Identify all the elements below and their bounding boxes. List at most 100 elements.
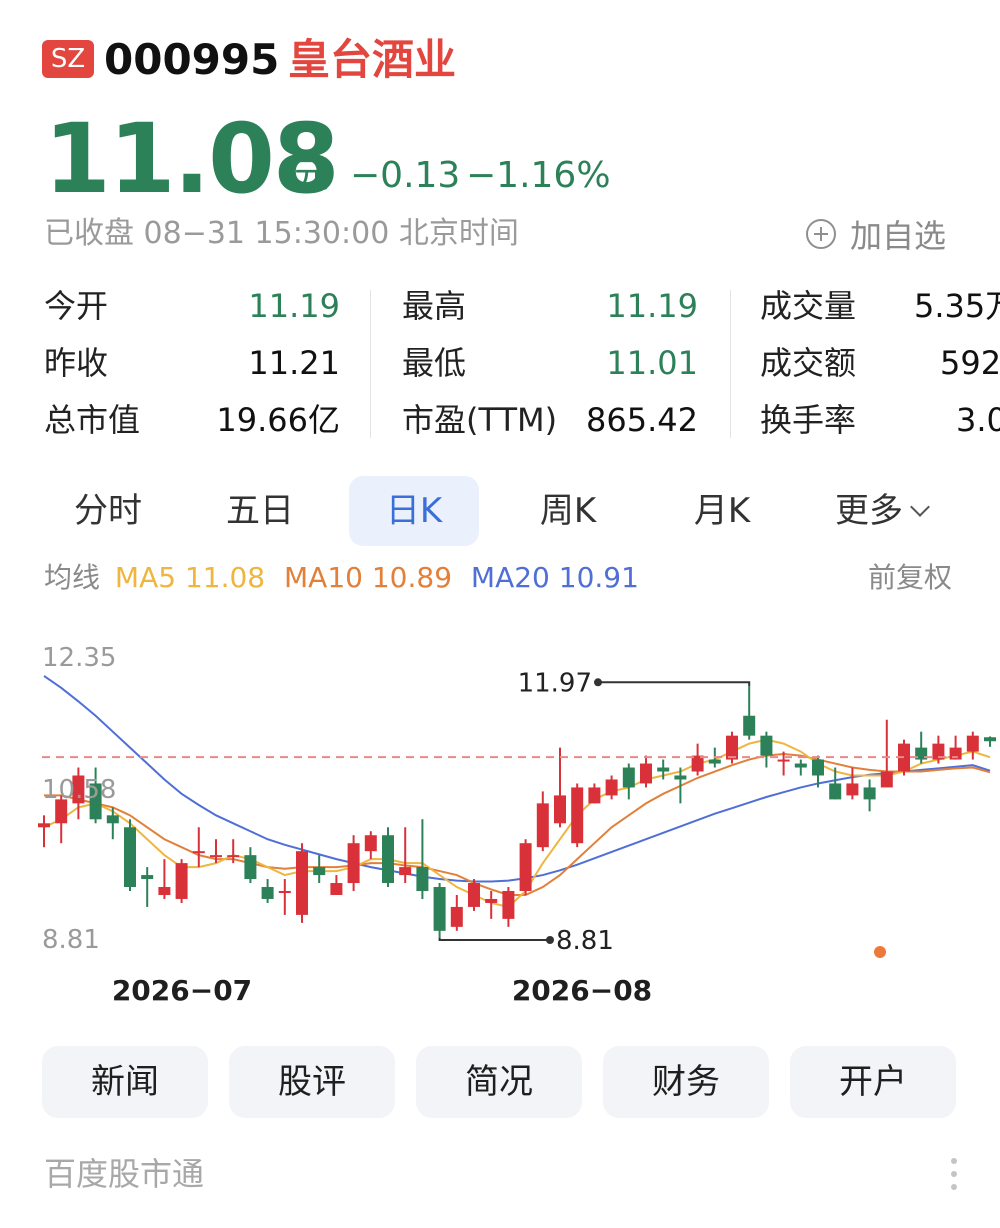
stat-label-prev-close: 昨收 [44,344,109,382]
stat-value-prev-close: 11.21 [248,344,340,382]
candle-up [210,855,222,858]
candle-up [640,763,652,784]
stat-value-low: 11.01 [606,344,698,382]
ma5-legend: MA5 11.08 [114,561,266,594]
stock-name: 皇台酒业 [288,35,457,84]
tab-five-day[interactable]: 五日 [202,476,318,546]
more-vertical-icon[interactable] [946,1154,962,1194]
plus-circle-icon [806,219,836,249]
candle-up [519,843,532,891]
candle-down [124,827,136,888]
candle-down [244,855,257,880]
stat-label-high: 最高 [402,287,467,325]
stat-label-open: 今开 [44,287,109,325]
price-unit: 元 [294,155,331,196]
tab-daily-k[interactable]: 日K [349,476,479,546]
candle-down [657,767,670,772]
candle-up [450,906,463,927]
tab-weekly-k[interactable]: 周K [510,476,626,546]
candle-down [674,775,687,780]
y-axis-label: 10.58 [42,775,116,805]
candle-down [416,867,429,891]
tab-intraday[interactable]: 分时 [50,476,166,546]
tab-monthly-k[interactable]: 月K [664,476,780,546]
stat-label-low: 最低 [402,344,467,382]
candle-up [726,735,738,760]
add-watchlist-button[interactable]: 加自选 [806,212,946,256]
candle-down [382,835,394,884]
open-account-button[interactable]: 开户 [790,1046,956,1118]
candle-down [313,867,326,876]
candle-down [743,715,756,736]
candle-down [106,815,119,824]
ma20-line [43,675,991,883]
candle-down [760,735,773,756]
candle-up [536,803,549,848]
candle-down [863,787,876,800]
candlestick-chart[interactable]: 12.35 10.58 8.81 11.97 8.81 2026−07 2026… [0,630,1000,1020]
y-axis-label: 12.35 [42,643,116,673]
x-axis-label: 2026−07 [112,974,252,1007]
candle-up [880,771,893,788]
event-dot-icon[interactable] [874,946,886,958]
ma20-legend: MA20 10.91 [470,561,639,594]
adjust-mode-toggle[interactable]: 前复权 [868,556,952,600]
candle-up [296,851,308,915]
candle-down [708,759,721,764]
low-price-marker: 8.81 [438,926,614,956]
stat-label-turnover: 成交额 [760,344,857,382]
y-axis-label: 8.81 [42,925,100,955]
candle-up [347,843,360,884]
candle-down [829,783,842,800]
tab-more[interactable]: 更多 [818,476,944,546]
candle-up [485,898,498,903]
ma-legend: 均线 MA5 11.08 MA10 10.89 MA20 10.91 [44,556,639,600]
x-axis-label: 2026−08 [512,974,652,1007]
comments-button[interactable]: 股评 [229,1046,395,1118]
price-change: −0.13 [350,155,461,196]
candle-up [38,823,50,828]
high-price-marker: 11.97 [518,668,751,698]
candle-up [192,851,205,854]
stock-code: 000995 [104,35,280,84]
stat-value-turnover: 592 [940,344,1000,382]
price-change-percent: −1.16% [466,155,611,196]
footer-brand: 百度股市通 [44,1155,205,1193]
candle-down [622,767,635,788]
candle-down [794,763,807,768]
candle-up [399,867,412,876]
candle-up [966,735,979,752]
financials-button[interactable]: 财务 [603,1046,769,1118]
candle-up [588,787,601,804]
stats-divider [370,290,371,438]
candle-up [227,855,240,858]
stat-value-turnover-rate: 3.0 [956,401,1000,439]
profile-button[interactable]: 简况 [416,1046,582,1118]
stat-value-pe-ttm: 865.42 [586,401,698,439]
candle-up [554,795,566,824]
stats-divider [730,290,731,438]
stat-label-pe-ttm: 市盈(TTM) [402,401,558,439]
chevron-down-icon [910,497,930,517]
candle-up [330,883,343,895]
candle-up [605,779,618,796]
stat-value-open: 11.19 [248,287,340,325]
candle-up [158,887,171,895]
stat-value-volume: 5.35万 [914,287,1000,325]
candle-down [141,875,154,880]
low-price-label: 8.81 [556,926,614,956]
market-status: 已收盘 08−31 15:30:00 北京时间 [44,216,519,251]
stat-label-volume: 成交量 [760,287,857,325]
candle-up [278,891,291,893]
candle-up [502,891,515,919]
add-watchlist-label: 加自选 [850,217,947,255]
candle-up [571,787,584,844]
candle-down [984,737,996,742]
stat-label-market-cap: 总市值 [44,401,141,439]
market-badge: SZ [42,40,94,78]
stat-value-high: 11.19 [606,287,698,325]
candle-down [433,887,446,931]
ma-legend-label: 均线 [44,561,101,594]
news-button[interactable]: 新闻 [42,1046,208,1118]
high-price-label: 11.97 [518,668,592,698]
